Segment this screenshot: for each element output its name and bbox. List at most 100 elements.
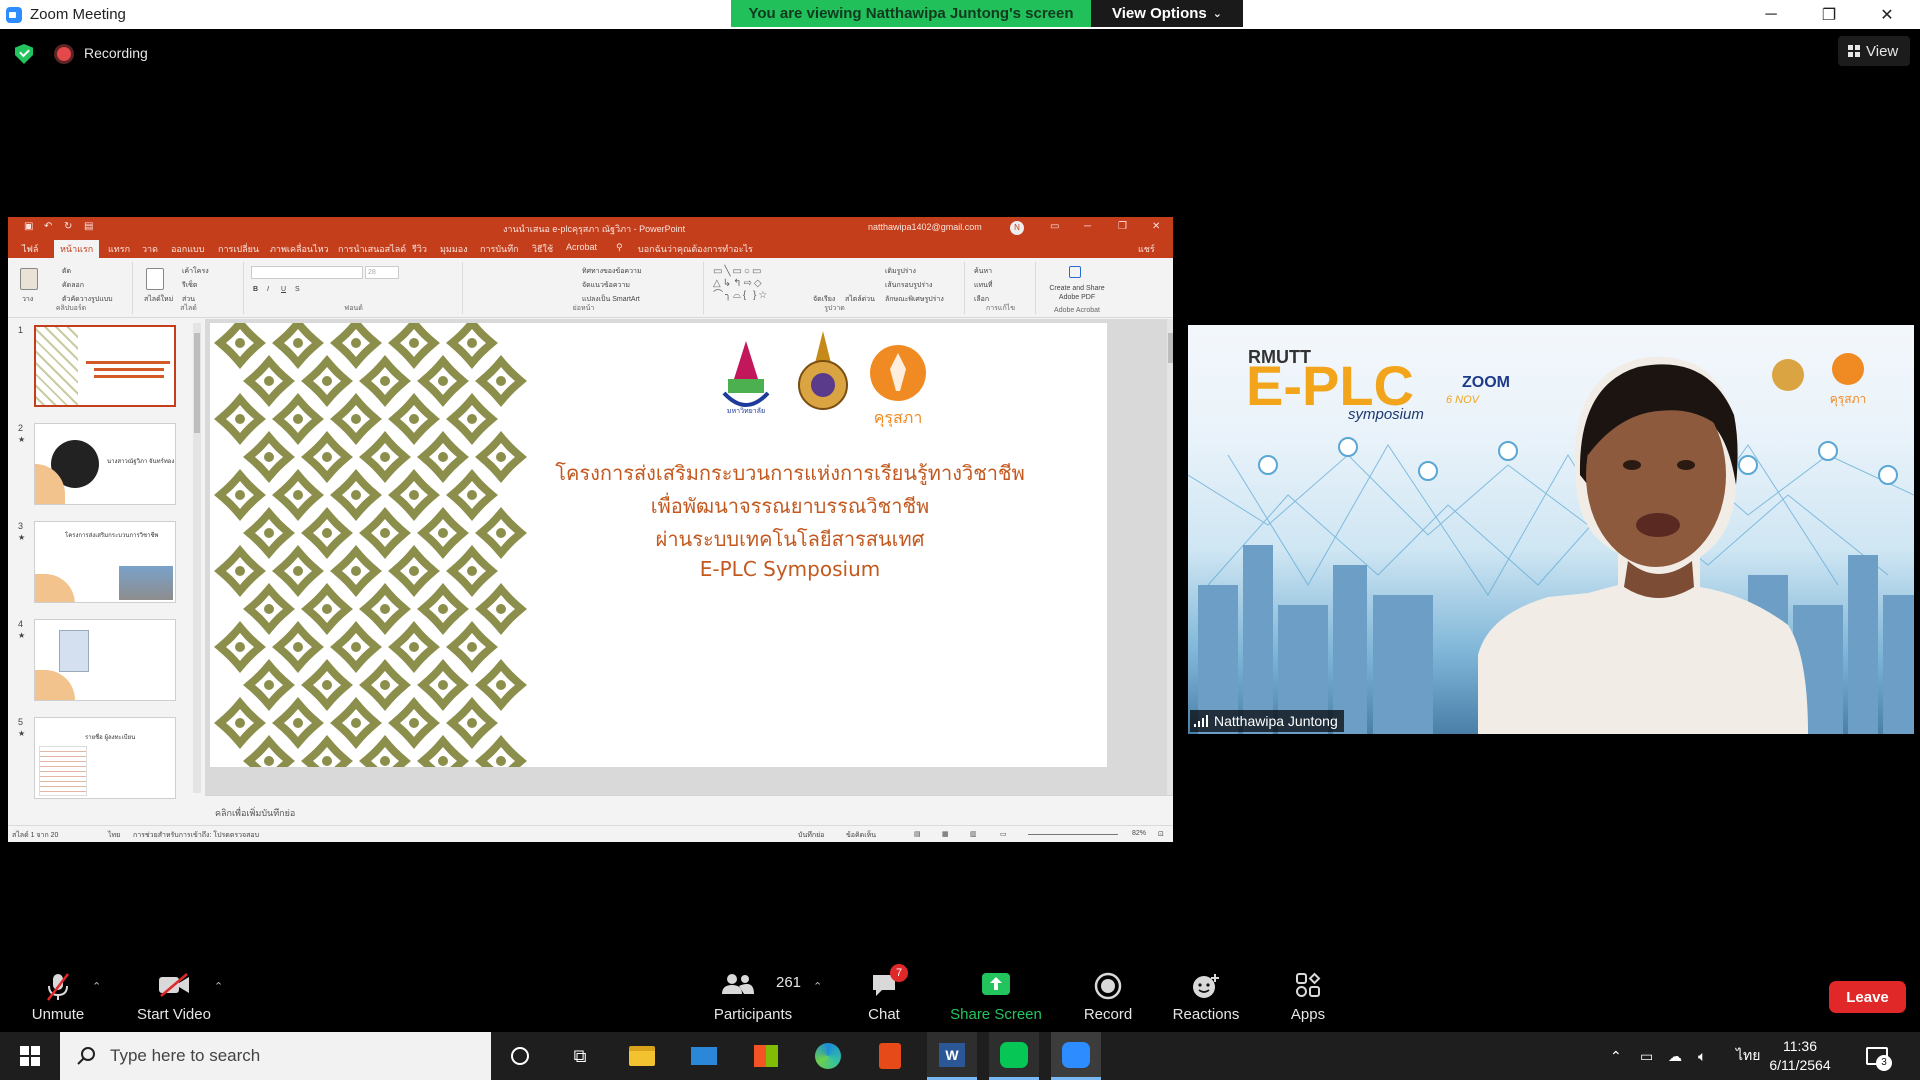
slide-sorter-icon[interactable]: ▦ bbox=[942, 830, 949, 838]
office-icon[interactable] bbox=[865, 1032, 915, 1080]
tab-view[interactable]: มุมมอง bbox=[440, 242, 468, 256]
tab-help[interactable]: วิธีใช้ bbox=[532, 242, 553, 256]
slide-thumbnail-3[interactable]: โครงการส่งเสริมกระบวนการวิชาชีพ bbox=[34, 521, 176, 603]
show-hidden-icons[interactable]: ⌃ bbox=[1610, 1032, 1622, 1080]
slide-thumbnail-2[interactable]: นางสาวณัฐวิภา จันทร์ทอง bbox=[34, 423, 176, 505]
reset-button[interactable]: รีเซ็ต bbox=[182, 280, 197, 291]
underline-button[interactable]: U bbox=[281, 286, 286, 293]
bold-button[interactable]: B bbox=[253, 286, 258, 293]
notification-bubble-icon: 3 bbox=[1866, 1047, 1892, 1071]
slide-thumbnail-4[interactable] bbox=[34, 619, 176, 701]
close-button[interactable]: ✕ bbox=[1858, 0, 1916, 29]
zoom-level[interactable]: 82% bbox=[1132, 830, 1146, 837]
participants-button[interactable]: 261 Participants bbox=[708, 968, 801, 1028]
normal-view-icon[interactable]: ▤ bbox=[914, 830, 921, 838]
find-button[interactable]: ค้นหา bbox=[974, 266, 992, 277]
tab-animations[interactable]: ภาพเคลื่อนไหว bbox=[270, 242, 329, 256]
thumbnail-scrollbar[interactable] bbox=[193, 323, 201, 793]
encryption-shield-icon[interactable] bbox=[15, 44, 33, 64]
battery-icon[interactable]: ▭ bbox=[1640, 1032, 1653, 1080]
shape-outline-button[interactable]: เส้นกรอบรูปร่าง bbox=[885, 280, 932, 291]
zoom-icon[interactable] bbox=[1051, 1032, 1101, 1080]
tab-review[interactable]: รีวิว bbox=[412, 242, 427, 256]
paste-icon[interactable] bbox=[20, 268, 38, 290]
comments-button[interactable]: ข้อคิดเห็น bbox=[846, 830, 876, 841]
notifications-icon[interactable]: 3 bbox=[1866, 1032, 1892, 1080]
new-slide-icon[interactable] bbox=[146, 268, 164, 290]
tab-home[interactable]: หน้าแรก bbox=[54, 240, 100, 260]
chat-button[interactable]: 7 Chat bbox=[854, 964, 914, 1028]
leave-button[interactable]: Leave bbox=[1829, 981, 1906, 1013]
task-view-icon[interactable]: ⧉ bbox=[555, 1032, 605, 1080]
slide-thumbnail-5[interactable]: รายชื่อ ผู้ลงทะเบียน bbox=[34, 717, 176, 799]
language-indicator[interactable]: ไทย bbox=[108, 830, 120, 841]
scrollbar-thumb[interactable] bbox=[194, 333, 200, 433]
tab-recording[interactable]: การบันทึก bbox=[480, 242, 519, 256]
restore-button[interactable]: ❐ bbox=[1800, 0, 1858, 29]
notes-button[interactable]: บันทึกย่อ bbox=[798, 830, 824, 841]
apps-icon bbox=[1296, 972, 1321, 997]
input-language[interactable]: ไทย bbox=[1736, 1032, 1760, 1080]
line-icon[interactable] bbox=[989, 1032, 1039, 1080]
strike-button[interactable]: S bbox=[295, 286, 300, 293]
cortana-icon[interactable] bbox=[495, 1032, 545, 1080]
notes-pane[interactable]: คลิกเพื่อเพิ่มบันทึกย่อ bbox=[205, 795, 1173, 825]
text-direction-button[interactable]: ทิศทางของข้อความ bbox=[582, 266, 642, 277]
record-button[interactable]: Record bbox=[1078, 968, 1138, 1028]
unmute-button[interactable]: Unmute bbox=[18, 968, 98, 1028]
layout-button[interactable]: เค้าโครง bbox=[182, 266, 209, 277]
taskbar-clock[interactable]: 11:36 6/11/2564 bbox=[1760, 1037, 1840, 1075]
minimize-button[interactable]: ─ bbox=[1742, 0, 1800, 29]
shapes-gallery[interactable]: ▭╲▭○▭ △↳↰⇨◇ ⌒╮⌓{ }☆ bbox=[713, 266, 803, 304]
adobe-pdf-icon[interactable] bbox=[1069, 266, 1081, 278]
tab-acrobat[interactable]: Acrobat bbox=[566, 242, 597, 252]
tell-me-search[interactable]: บอกฉันว่าคุณต้องการทำอะไร bbox=[638, 242, 753, 256]
font-name-box[interactable] bbox=[251, 266, 363, 279]
apps-button[interactable]: Apps bbox=[1278, 968, 1338, 1028]
view-options-button[interactable]: View Options ⌄ bbox=[1091, 0, 1243, 27]
cut-button[interactable]: ตัด bbox=[62, 266, 71, 277]
slide-thumbnail-1[interactable] bbox=[34, 325, 176, 407]
volume-icon[interactable]: 🔈︎ bbox=[1698, 1032, 1706, 1080]
share-screen-button[interactable]: Share Screen bbox=[944, 968, 1048, 1028]
view-button[interactable]: View bbox=[1838, 36, 1910, 66]
start-video-button[interactable]: Start Video bbox=[128, 968, 220, 1028]
current-slide[interactable]: มหาวิทยาลัย คุรุสภา โครงการส่งเสริมกระบว… bbox=[210, 323, 1107, 767]
start-button[interactable] bbox=[0, 1032, 60, 1080]
shared-screen-powerpoint[interactable]: ▣ ↶ ↻ ▤ งานนำเสนอ e-plcคุรุสภา ณัฐวิภา -… bbox=[8, 217, 1173, 842]
mail-icon[interactable] bbox=[679, 1032, 729, 1080]
fit-slide-icon[interactable]: ⊡ bbox=[1158, 830, 1164, 838]
participants-chevron-icon[interactable]: ⌃ bbox=[813, 980, 822, 993]
share-button[interactable]: แชร์ bbox=[1138, 242, 1155, 256]
tab-file[interactable]: ไฟล์ bbox=[22, 242, 38, 256]
create-pdf-button[interactable]: Create and Share Adobe PDF bbox=[1039, 284, 1115, 302]
replace-button[interactable]: แทนที่ bbox=[974, 280, 993, 291]
file-explorer-icon[interactable] bbox=[617, 1032, 667, 1080]
recording-label[interactable]: Recording bbox=[84, 45, 148, 61]
slide-scrollbar[interactable] bbox=[1167, 319, 1173, 795]
reading-view-icon[interactable]: ▥ bbox=[970, 830, 977, 838]
tab-slideshow[interactable]: การนำเสนอสไลด์ bbox=[338, 242, 406, 256]
video-options-chevron-icon[interactable]: ⌃ bbox=[214, 980, 223, 993]
word-icon[interactable]: W bbox=[927, 1032, 977, 1080]
copy-button[interactable]: คัดลอก bbox=[62, 280, 84, 291]
tab-design[interactable]: ออกแบบ bbox=[171, 242, 205, 256]
accessibility-status[interactable]: การช่วยสำหรับการเข้าถึง: โปรดตรวจสอบ bbox=[133, 830, 259, 841]
slideshow-view-icon[interactable]: ▭ bbox=[1000, 830, 1007, 838]
scrollbar-thumb[interactable] bbox=[1168, 333, 1173, 363]
edge-icon[interactable] bbox=[803, 1032, 853, 1080]
participant-video-tile[interactable]: RMUTT E-PLC symposium ZOOM 6 NOV คุรุสภา… bbox=[1188, 325, 1914, 734]
taskbar-search-input[interactable]: Type here to search bbox=[60, 1032, 491, 1080]
wifi-icon[interactable]: ☁ bbox=[1668, 1032, 1682, 1080]
reactions-button[interactable]: Reactions bbox=[1166, 968, 1246, 1028]
store-icon[interactable] bbox=[741, 1032, 791, 1080]
italic-button[interactable]: I bbox=[267, 286, 269, 293]
tab-transitions[interactable]: การเปลี่ยน bbox=[218, 242, 259, 256]
tab-draw[interactable]: วาด bbox=[142, 242, 158, 256]
zoom-slider[interactable] bbox=[1028, 834, 1118, 835]
audio-options-chevron-icon[interactable]: ⌃ bbox=[92, 980, 101, 993]
shape-fill-button[interactable]: เติมรูปร่าง bbox=[885, 266, 916, 277]
tab-insert[interactable]: แทรก bbox=[108, 242, 130, 256]
align-text-button[interactable]: จัดแนวข้อความ bbox=[582, 280, 630, 291]
font-size-box[interactable]: 28 bbox=[365, 266, 399, 279]
